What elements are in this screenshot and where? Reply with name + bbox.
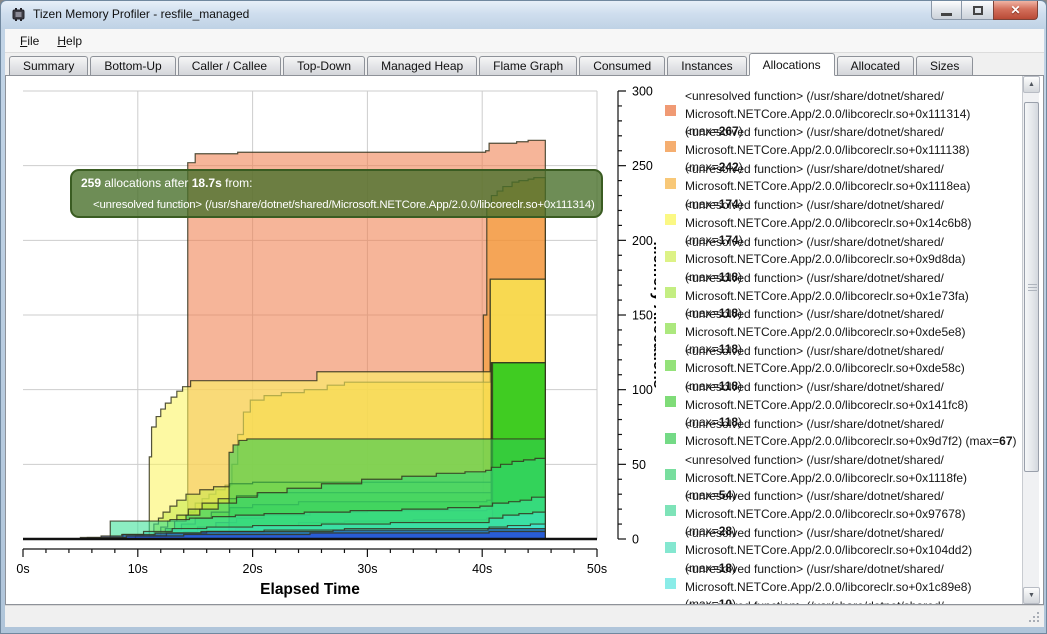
arrow-up-icon: ▲: [1028, 81, 1035, 88]
legend-swatch-icon: [665, 178, 676, 189]
y-tick-label: 100: [632, 383, 653, 397]
x-tick-label: 20s: [243, 562, 263, 576]
y-tick-label: 50: [632, 458, 646, 472]
maximize-button[interactable]: [962, 1, 993, 20]
tab-consumed[interactable]: Consumed: [579, 56, 665, 75]
legend-swatch-icon: [665, 505, 676, 516]
x-axis-title: Elapsed Time: [260, 581, 360, 598]
legend-entry[interactable]: <unresolved function> (/usr/share/dotnet…: [662, 452, 1018, 488]
x-tick-label: 0s: [16, 562, 29, 576]
title-bar[interactable]: Tizen Memory Profiler - resfile_managed …: [1, 1, 1046, 29]
tab-flame-graph[interactable]: Flame Graph: [479, 56, 577, 75]
y-axis-title: Memory Allocations: [650, 242, 656, 389]
legend-entry[interactable]: <unresolved function> (/usr/share/dotnet…: [662, 234, 1018, 270]
resize-grip[interactable]: [1028, 611, 1041, 624]
legend-entry[interactable]: <unresolved function> (/usr/share/dotnet…: [662, 343, 1018, 379]
close-button[interactable]: ✕: [993, 1, 1038, 20]
legend-entry[interactable]: <unresolved function> (/usr/share/dotnet…: [662, 525, 1018, 561]
legend-scrollbar[interactable]: ▲ ▼: [1022, 76, 1039, 604]
scroll-down-button[interactable]: ▼: [1023, 587, 1040, 604]
legend-entry[interactable]: <unresolved function> (/usr/share/dotnet…: [662, 416, 1018, 452]
legend-swatch-icon: [665, 360, 676, 371]
scroll-up-button[interactable]: ▲: [1023, 76, 1040, 93]
y-tick-label: 0: [632, 533, 639, 547]
legend-entry[interactable]: <unresolved function> (/usr/share/dotnet…: [662, 124, 1018, 160]
chart-legend: <unresolved function> (/usr/share/dotnet…: [662, 76, 1020, 604]
legend-entry[interactable]: <unresolved function> (/usr/share/dotnet…: [662, 306, 1018, 342]
x-tick-label: 40s: [472, 562, 492, 576]
legend-swatch-icon: [665, 287, 676, 298]
legend-entry[interactable]: <unresolved function> (/usr/share/dotnet…: [662, 598, 1018, 604]
minimize-button[interactable]: [931, 1, 962, 20]
x-tick-label: 30s: [357, 562, 377, 576]
x-tick-label: 50s: [587, 562, 607, 576]
tab-instances[interactable]: Instances: [667, 56, 746, 75]
tab-bar: SummaryBottom-UpCaller / CalleeTop-DownM…: [5, 53, 1044, 75]
tab-managed-heap[interactable]: Managed Heap: [367, 56, 477, 75]
menu-file[interactable]: File: [11, 31, 48, 51]
menu-bar: FileHelp: [5, 29, 1044, 53]
legend-swatch-icon: [665, 542, 676, 553]
legend-swatch-icon: [665, 141, 676, 152]
arrow-down-icon: ▼: [1028, 592, 1035, 599]
status-bar: [5, 605, 1044, 627]
y-tick-label: 150: [632, 309, 653, 323]
window-title: Tizen Memory Profiler - resfile_managed: [33, 7, 249, 21]
y-tick-label: 250: [632, 159, 653, 173]
tab-allocated[interactable]: Allocated: [837, 56, 914, 75]
legend-entry[interactable]: <unresolved function> (/usr/share/dotnet…: [662, 270, 1018, 306]
legend-entry[interactable]: <unresolved function> (/usr/share/dotnet…: [662, 197, 1018, 233]
legend-entry-text: <unresolved function> (/usr/share/dotnet…: [685, 598, 1018, 604]
legend-swatch-icon: [665, 469, 676, 480]
app-window: Tizen Memory Profiler - resfile_managed …: [0, 0, 1047, 634]
scrollbar-thumb[interactable]: [1024, 102, 1039, 472]
menu-help[interactable]: Help: [48, 31, 91, 51]
minimize-icon: [941, 13, 952, 16]
maximize-icon: [973, 6, 983, 15]
tab-allocations[interactable]: Allocations: [749, 53, 835, 76]
tab-caller-callee[interactable]: Caller / Callee: [178, 56, 281, 75]
y-tick-label: 200: [632, 234, 653, 248]
legend-swatch-icon: [665, 396, 676, 407]
allocations-area-chart[interactable]: 0s 10s 20s 30s 40s 50s Elapsed Time 0 50 100 150 20…: [6, 76, 656, 604]
legend-swatch-icon: [665, 105, 676, 116]
tab-bottom-up[interactable]: Bottom-Up: [90, 56, 175, 75]
tab-summary[interactable]: Summary: [9, 56, 88, 75]
close-icon: ✕: [1010, 3, 1020, 17]
legend-entry[interactable]: <unresolved function> (/usr/share/dotnet…: [662, 488, 1018, 524]
y-tick-label: 300: [632, 85, 653, 99]
content-panel: 0s 10s 20s 30s 40s 50s Elapsed Time 0 50 100 150 20…: [5, 75, 1044, 605]
tab-sizes[interactable]: Sizes: [916, 56, 973, 75]
app-icon: [11, 7, 26, 22]
chart-tooltip: 259 allocations after 18.7s from: <unres…: [70, 169, 603, 218]
legend-swatch-icon: [665, 578, 676, 589]
thumb-grip-icon: [1028, 287, 1037, 288]
legend-entry[interactable]: <unresolved function> (/usr/share/dotnet…: [662, 161, 1018, 197]
tab-top-down[interactable]: Top-Down: [283, 56, 365, 75]
x-tick-label: 10s: [128, 562, 148, 576]
legend-entry-text: <unresolved function> (/usr/share/dotnet…: [685, 416, 1018, 451]
legend-entry[interactable]: <unresolved function> (/usr/share/dotnet…: [662, 379, 1018, 415]
legend-swatch-icon: [665, 433, 676, 444]
legend-swatch-icon: [665, 323, 676, 334]
tooltip-line1: 259 allocations after 18.7s from:: [81, 176, 592, 190]
legend-swatch-icon: [665, 251, 676, 262]
legend-swatch-icon: [665, 214, 676, 225]
legend-entry[interactable]: <unresolved function> (/usr/share/dotnet…: [662, 88, 1018, 124]
legend-entry[interactable]: <unresolved function> (/usr/share/dotnet…: [662, 561, 1018, 597]
tooltip-line2: <unresolved function> (/usr/share/dotnet…: [93, 199, 592, 211]
